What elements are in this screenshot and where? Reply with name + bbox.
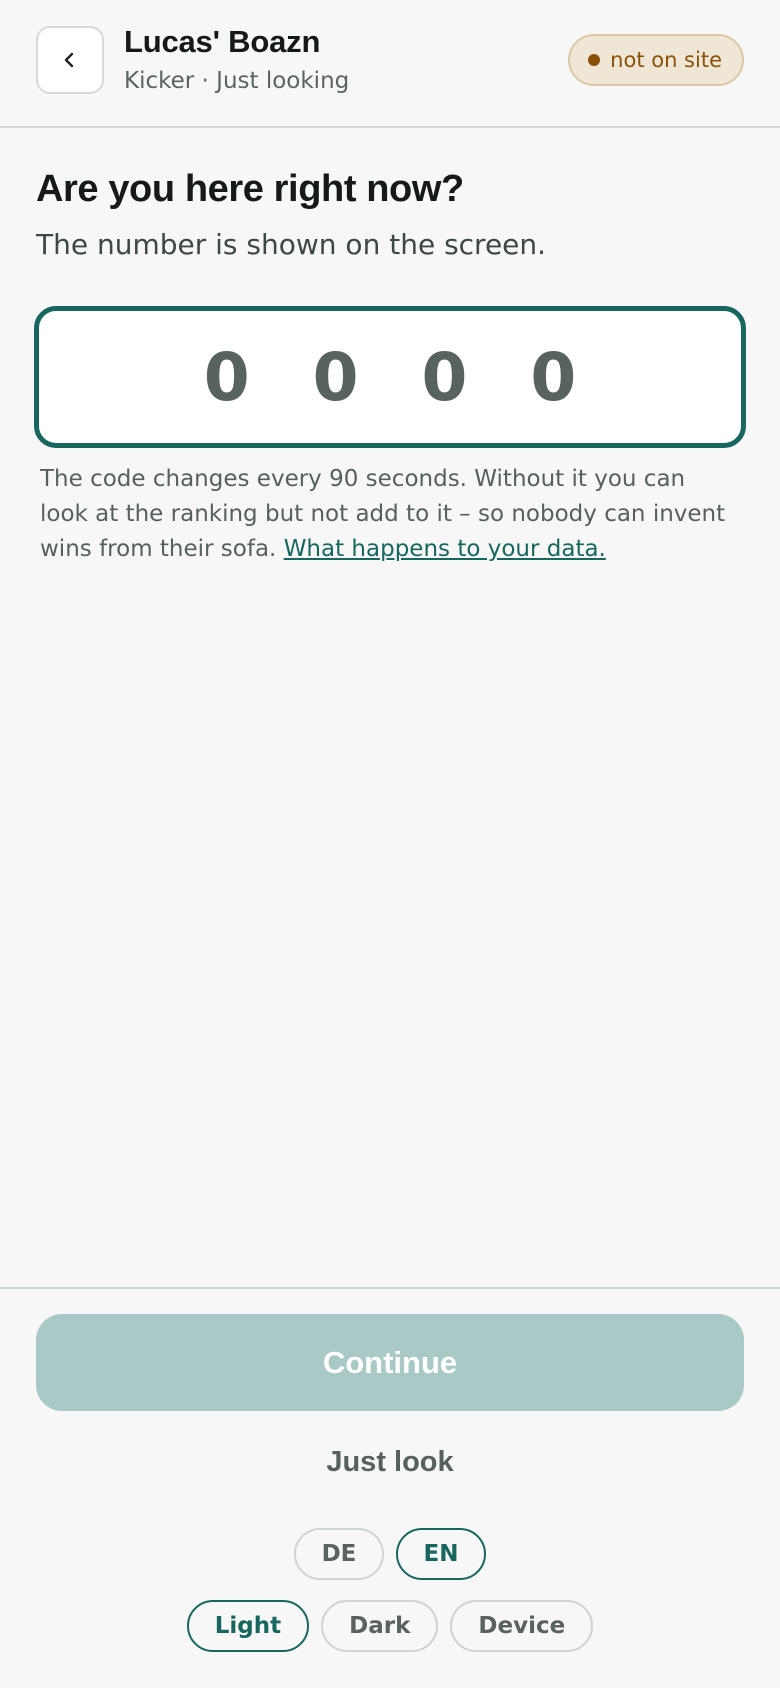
continue-button[interactable]: Continue: [36, 1314, 744, 1411]
header: Lucas' Boazn Kicker · Just looking not o…: [0, 0, 780, 128]
language-de-button[interactable]: DE: [294, 1528, 384, 1580]
status-dot-icon: [588, 54, 601, 66]
code-hint: The code changes every 90 seconds. Witho…: [40, 462, 740, 567]
footer-divider: [0, 1287, 780, 1289]
page-title: Are you here right now?: [36, 168, 464, 210]
theme-dark-button[interactable]: Dark: [321, 1600, 439, 1652]
venue-title: Lucas' Boazn: [124, 24, 321, 59]
back-button[interactable]: [36, 26, 104, 94]
theme-light-button[interactable]: Light: [186, 1600, 310, 1652]
language-en-button[interactable]: EN: [396, 1528, 486, 1580]
theme-device-button[interactable]: Device: [450, 1600, 594, 1652]
status-badge: not on site: [568, 34, 744, 86]
code-input[interactable]: 0 0 0 0: [34, 306, 746, 448]
venue-subtitle: Kicker · Just looking: [124, 68, 350, 94]
theme-switcher: Light Dark Device: [0, 1600, 780, 1652]
page: Lucas' Boazn Kicker · Just looking not o…: [0, 0, 780, 1688]
data-privacy-link[interactable]: What happens to your data.: [284, 536, 606, 562]
status-label: not on site: [610, 48, 722, 72]
code-value: 0 0 0 0: [203, 338, 597, 416]
language-switcher: DE EN: [0, 1528, 780, 1580]
just-look-button[interactable]: Just look: [0, 1446, 780, 1479]
page-subtitle: The number is shown on the screen.: [36, 228, 547, 261]
chevron-left-icon: [64, 52, 74, 68]
